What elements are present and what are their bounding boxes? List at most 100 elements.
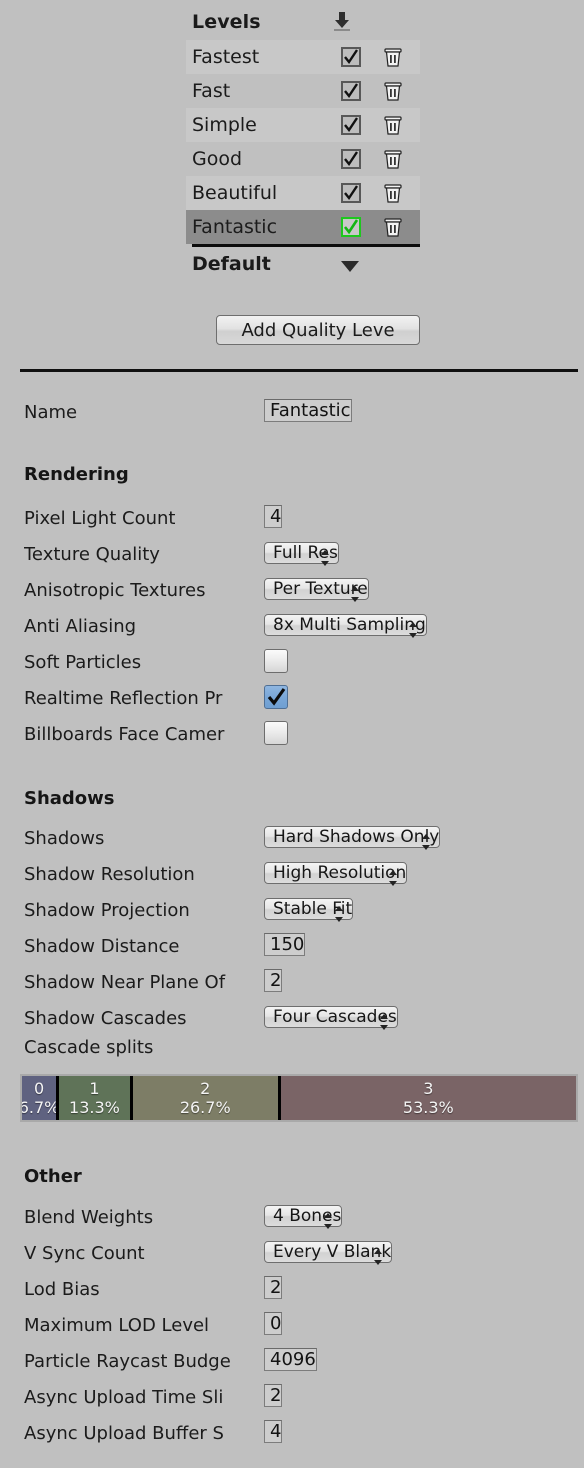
anisotropic-textures-row: Anisotropic Textures Per Texture xyxy=(0,576,584,606)
particle-raycast-budget-label: Particle Raycast Budge xyxy=(24,1351,231,1372)
blend-weights-dropdown[interactable]: 4 Bones xyxy=(264,1205,343,1229)
cascade-segment[interactable]: 0 6.7% xyxy=(22,1076,60,1120)
cascade-segment[interactable]: 2 26.7% xyxy=(132,1076,281,1120)
stepper-arrows-icon xyxy=(320,548,330,566)
stepper-arrows-icon xyxy=(350,584,360,602)
trash-icon[interactable] xyxy=(382,46,404,68)
shadow-distance-row: Shadow Distance 150 xyxy=(0,932,584,962)
shadows-label: Shadows xyxy=(24,828,105,849)
shadow-projection-dropdown[interactable]: Stable Fit xyxy=(264,898,354,922)
level-row[interactable]: Beautiful xyxy=(186,176,420,210)
pixel-light-count-row: Pixel Light Count 4 xyxy=(0,504,584,534)
maximum-lod-level-input[interactable]: 0 xyxy=(264,1312,283,1335)
pixel-light-count-label: Pixel Light Count xyxy=(24,508,176,529)
anisotropic-textures-field-wrap: Per Texture xyxy=(264,576,578,604)
level-row[interactable]: Fastest xyxy=(186,40,420,74)
levels-header: Levels xyxy=(186,4,420,40)
level-row-selected[interactable]: Fantastic xyxy=(186,210,420,244)
default-level-row[interactable]: Default xyxy=(186,247,420,281)
shadow-resolution-value: High Resolution xyxy=(273,863,407,883)
download-icon[interactable] xyxy=(330,11,354,33)
particle-raycast-budget-field-wrap: 4096 xyxy=(264,1347,578,1375)
name-input[interactable]: Fantastic xyxy=(264,399,352,422)
level-enabled-checkbox[interactable] xyxy=(341,183,361,203)
texture-quality-field-wrap: Full Res xyxy=(264,540,578,568)
stepper-arrows-icon xyxy=(408,620,418,638)
cascade-percent: 6.7% xyxy=(22,1098,60,1117)
cascade-percent: 13.3% xyxy=(69,1098,120,1117)
cascade-percent: 53.3% xyxy=(402,1098,454,1117)
default-label: Default xyxy=(192,253,271,275)
cascade-splits-bar[interactable]: 0 6.7% 1 13.3% 2 26.7% 3 53.3% xyxy=(20,1074,578,1122)
stepper-arrows-icon xyxy=(421,832,431,850)
stepper-arrows-icon xyxy=(373,1247,383,1265)
lod-bias-field-wrap: 2 xyxy=(264,1275,578,1303)
anti-aliasing-dropdown[interactable]: 8x Multi Sampling xyxy=(264,614,427,638)
levels-list-panel: Levels Fastest Fast Simple Good Beautifu… xyxy=(186,4,420,281)
level-row[interactable]: Good xyxy=(186,142,420,176)
pixel-light-count-input[interactable]: 4 xyxy=(264,505,283,528)
async-upload-buffer-size-row: Async Upload Buffer S 4 xyxy=(0,1419,584,1449)
anti-aliasing-row: Anti Aliasing 8x Multi Sampling xyxy=(0,612,584,642)
texture-quality-dropdown[interactable]: Full Res xyxy=(264,542,339,566)
cascade-splits-label: Cascade splits xyxy=(24,1037,154,1058)
level-row[interactable]: Simple xyxy=(186,108,420,142)
particle-raycast-budget-row: Particle Raycast Budge 4096 xyxy=(0,1347,584,1377)
async-upload-time-slice-input[interactable]: 2 xyxy=(264,1384,283,1407)
cascade-index: 0 xyxy=(33,1079,45,1098)
async-upload-buffer-size-input[interactable]: 4 xyxy=(264,1420,283,1443)
level-enabled-checkbox[interactable] xyxy=(341,81,361,101)
trash-icon[interactable] xyxy=(382,114,404,136)
lod-bias-input[interactable]: 2 xyxy=(264,1276,283,1299)
shadow-near-plane-offset-input[interactable]: 2 xyxy=(264,969,283,992)
stepper-arrows-icon xyxy=(323,1211,333,1229)
shadow-resolution-field-wrap: High Resolution xyxy=(264,860,578,888)
shadows-dropdown[interactable]: Hard Shadows Only xyxy=(264,826,441,850)
particle-raycast-budget-input[interactable]: 4096 xyxy=(264,1348,317,1371)
cascade-segment[interactable]: 3 53.3% xyxy=(280,1076,576,1120)
texture-quality-label: Texture Quality xyxy=(24,544,160,565)
anisotropic-textures-dropdown[interactable]: Per Texture xyxy=(264,578,369,602)
level-row[interactable]: Fast xyxy=(186,74,420,108)
shadows-heading: Shadows xyxy=(24,788,115,809)
level-enabled-checkbox[interactable] xyxy=(341,47,361,67)
lod-bias-row: Lod Bias 2 xyxy=(0,1275,584,1305)
async-upload-buffer-size-label: Async Upload Buffer S xyxy=(24,1423,224,1444)
rendering-heading: Rendering xyxy=(24,464,129,485)
async-upload-time-slice-label: Async Upload Time Sli xyxy=(24,1387,224,1408)
level-enabled-checkbox[interactable] xyxy=(341,115,361,135)
trash-icon[interactable] xyxy=(382,80,404,102)
shadow-distance-field-wrap: 150 xyxy=(264,932,578,960)
cascade-index: 3 xyxy=(423,1079,434,1098)
trash-icon[interactable] xyxy=(382,182,404,204)
trash-icon[interactable] xyxy=(382,148,404,170)
shadows-row: Shadows Hard Shadows Only xyxy=(0,824,584,854)
realtime-reflection-probes-checkbox[interactable] xyxy=(264,685,288,709)
soft-particles-checkbox[interactable] xyxy=(264,649,288,673)
shadow-near-plane-offset-field-wrap: 2 xyxy=(264,968,578,996)
shadow-cascades-label: Shadow Cascades xyxy=(24,1008,187,1029)
quality-settings-inspector: Levels Fastest Fast Simple Good Beautifu… xyxy=(0,0,584,1468)
add-quality-level-button[interactable]: Add Quality Leve xyxy=(216,315,420,345)
level-enabled-checkbox[interactable] xyxy=(341,149,361,169)
shadow-near-plane-offset-label: Shadow Near Plane Of xyxy=(24,972,226,993)
trash-icon[interactable] xyxy=(382,216,404,238)
v-sync-count-dropdown[interactable]: Every V Blank xyxy=(264,1241,393,1265)
cascade-percent: 26.7% xyxy=(179,1098,231,1117)
shadows-field-wrap: Hard Shadows Only xyxy=(264,824,578,852)
shadow-resolution-dropdown[interactable]: High Resolution xyxy=(264,862,408,886)
cascade-segment[interactable]: 1 13.3% xyxy=(59,1076,133,1120)
stepper-arrows-icon xyxy=(334,904,344,922)
chevron-down-icon[interactable] xyxy=(339,258,361,272)
shadow-projection-label: Shadow Projection xyxy=(24,900,190,921)
stepper-arrows-icon xyxy=(388,868,398,886)
blend-weights-row: Blend Weights 4 Bones xyxy=(0,1203,584,1233)
shadows-value: Hard Shadows Only xyxy=(273,827,440,847)
shadow-cascades-dropdown[interactable]: Four Cascades xyxy=(264,1006,398,1030)
billboards-face-camera-row: Billboards Face Camer xyxy=(0,720,584,750)
realtime-reflection-probes-row: Realtime Reflection Pr xyxy=(0,684,584,714)
shadow-distance-input[interactable]: 150 xyxy=(264,933,306,956)
level-enabled-checkbox[interactable] xyxy=(341,217,361,237)
billboards-face-camera-label: Billboards Face Camer xyxy=(24,724,225,745)
billboards-face-camera-checkbox[interactable] xyxy=(264,721,288,745)
